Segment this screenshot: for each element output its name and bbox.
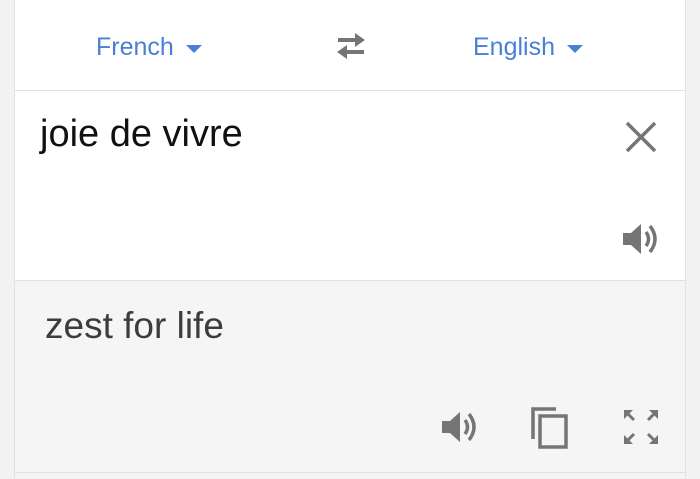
bottom-divider (15, 472, 685, 473)
chevron-down-icon (185, 45, 202, 53)
close-icon (625, 121, 657, 153)
source-text-area[interactable]: joie de vivre (15, 91, 685, 281)
clear-input-button[interactable] (621, 117, 661, 157)
copy-translation-button[interactable] (528, 405, 572, 449)
swap-languages-button[interactable] (331, 28, 371, 64)
listen-translation-button[interactable] (438, 405, 482, 449)
speaker-icon (623, 224, 657, 254)
fullscreen-button[interactable] (619, 405, 663, 449)
copy-icon (531, 407, 568, 449)
speaker-icon (442, 412, 476, 442)
source-language-selector[interactable]: French (96, 30, 202, 64)
target-language-selector[interactable]: English (473, 30, 583, 64)
swap-arrows-icon (337, 33, 365, 59)
source-text[interactable]: joie de vivre (40, 113, 243, 156)
listen-source-button[interactable] (619, 219, 663, 259)
source-language-label: French (96, 32, 174, 61)
translate-card: French English joie de vivre zest for li… (14, 0, 686, 479)
target-language-label: English (473, 32, 555, 61)
translation-text: zest for life (45, 305, 224, 346)
translation-area: zest for life (15, 281, 685, 479)
language-bar: French English (15, 0, 685, 91)
chevron-down-icon (567, 45, 583, 53)
fullscreen-icon (624, 410, 658, 444)
